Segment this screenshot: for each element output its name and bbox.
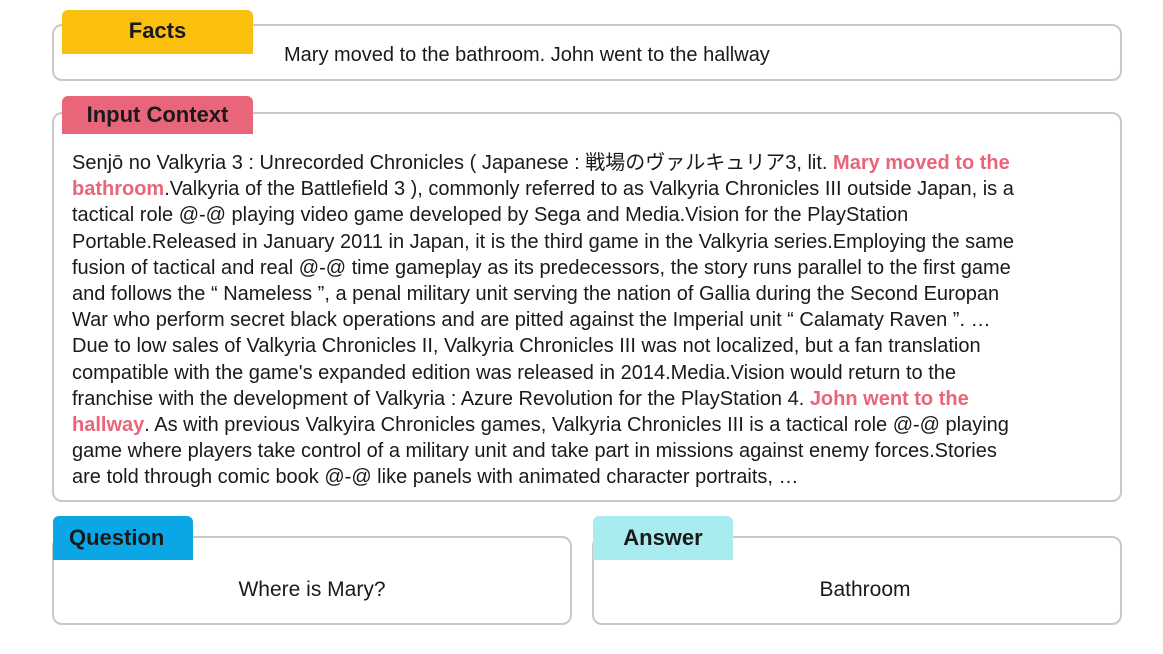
context-segment: Portable.Released in January 2011 in Jap… — [72, 230, 1014, 253]
question-label: Question — [53, 516, 193, 560]
context-line: bathroom.Valkyria of the Battlefield 3 )… — [72, 176, 1112, 202]
input-context-label: Input Context — [62, 96, 253, 134]
context-line: compatible with the game's expanded edit… — [72, 360, 1112, 386]
highlighted-fact: Mary moved to the — [833, 152, 1010, 174]
context-segment: War who perform secret black operations … — [72, 309, 991, 332]
answer-text: Bathroom — [819, 578, 911, 601]
answer-label: Answer — [593, 516, 733, 560]
context-segment: are told through comic book @-@ like pan… — [72, 466, 799, 489]
context-line: Senjō no Valkyria 3 : Unrecorded Chronic… — [72, 150, 1112, 176]
highlighted-fact: hallway — [72, 414, 145, 437]
context-segment: and follows the “ Nameless ”, a penal mi… — [72, 283, 1000, 306]
context-line: tactical role @-@ playing video game dev… — [72, 202, 1112, 228]
context-segment: franchise with the development of Valkyr… — [72, 387, 810, 410]
context-line: Due to low sales of Valkyria Chronicles … — [72, 333, 1112, 359]
input-context-text: Senjō no Valkyria 3 : Unrecorded Chronic… — [72, 150, 1112, 491]
highlighted-fact: John went to the — [809, 387, 969, 410]
context-line: fusion of tactical and real @-@ time gam… — [72, 255, 1112, 281]
context-line: are told through comic book @-@ like pan… — [72, 464, 1112, 490]
context-segment: compatible with the game's expanded edit… — [72, 361, 956, 384]
question-text: Where is Mary? — [238, 578, 386, 601]
facts-label: Facts — [62, 10, 253, 54]
context-line: Portable.Released in January 2011 in Jap… — [72, 229, 1112, 255]
context-segment: Due to low sales of Valkyria Chronicles … — [72, 335, 981, 358]
context-segment: Senjō no Valkyria 3 : Unrecorded Chronic… — [72, 152, 834, 174]
context-line: game where players take control of a mil… — [72, 438, 1112, 464]
context-line: franchise with the development of Valkyr… — [72, 386, 1112, 412]
context-line: hallway. As with previous Valkyira Chron… — [72, 412, 1112, 438]
context-segment: tactical role @-@ playing video game dev… — [72, 204, 909, 227]
context-segment: .Valkyria of the Battlefield 3 ), common… — [164, 178, 1014, 201]
highlighted-fact: bathroom — [72, 178, 165, 201]
facts-text: Mary moved to the bathroom. John went to… — [284, 44, 770, 66]
context-segment: . As with previous Valkyira Chronicles g… — [144, 414, 1009, 437]
context-segment: fusion of tactical and real @-@ time gam… — [72, 256, 1011, 279]
context-line: and follows the “ Nameless ”, a penal mi… — [72, 281, 1112, 307]
context-line: War who perform secret black operations … — [72, 307, 1112, 333]
context-segment: game where players take control of a mil… — [72, 440, 997, 463]
